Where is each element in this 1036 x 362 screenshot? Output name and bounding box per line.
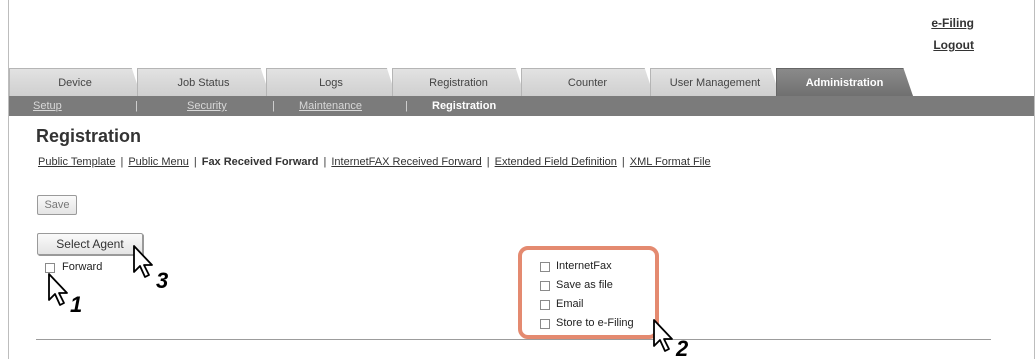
link-public-template[interactable]: Public Template <box>38 156 115 168</box>
link-extended-field-definition[interactable]: Extended Field Definition <box>495 156 617 168</box>
link-separator: | <box>193 156 197 168</box>
tab-counter[interactable]: Counter <box>521 68 654 96</box>
link-separator: | <box>486 156 490 168</box>
save-as-file-label: Save as file <box>556 279 613 291</box>
save-as-file-checkbox[interactable] <box>540 281 550 291</box>
email-checkbox[interactable] <box>540 300 550 310</box>
internetfax-label: InternetFax <box>556 260 612 272</box>
tab-logs[interactable]: Logs <box>266 68 396 96</box>
email-label: Email <box>556 298 584 310</box>
efiling-link[interactable]: e-Filing <box>931 12 974 34</box>
link-internetfax-received-forward[interactable]: InternetFAX Received Forward <box>331 156 481 168</box>
tab-user-management[interactable]: User Management <box>650 68 780 96</box>
pointer-cursor-icon <box>653 319 673 352</box>
registration-sublinks: Public Template | Public Menu | Fax Received… <box>38 156 711 168</box>
link-fax-received-forward: Fax Received Forward <box>201 156 319 168</box>
step-number-1: 1 <box>70 292 83 317</box>
tab-job-status[interactable]: Job Status <box>137 68 270 96</box>
divider <box>36 339 991 340</box>
main-tabs: Device Job Status Logs Registration Coun… <box>9 68 1034 96</box>
top-links: e-Filing Logout <box>931 12 974 56</box>
subnav-registration[interactable]: Registration <box>432 96 496 116</box>
link-separator: | <box>323 156 327 168</box>
internetfax-checkbox[interactable] <box>540 262 550 272</box>
step-number-3: 3 <box>156 268 169 293</box>
tab-registration[interactable]: Registration <box>392 68 525 96</box>
sub-nav-bar: Setup | Security | Maintenance | Registr… <box>9 96 1034 116</box>
link-public-menu[interactable]: Public Menu <box>128 156 189 168</box>
subnav-separator: | <box>272 100 275 112</box>
subnav-separator: | <box>135 100 138 112</box>
store-to-efiling-checkbox[interactable] <box>540 319 550 329</box>
store-to-efiling-label: Store to e-Filing <box>556 317 634 329</box>
subnav-maintenance[interactable]: Maintenance <box>299 96 362 116</box>
tab-administration[interactable]: Administration <box>776 68 913 96</box>
subnav-security[interactable]: Security <box>187 96 227 116</box>
select-agent-button[interactable]: Select Agent <box>37 233 143 255</box>
page-title: Registration <box>36 126 142 146</box>
save-button[interactable]: Save <box>37 195 77 215</box>
subnav-separator: | <box>405 100 408 112</box>
pointer-cursor-icon <box>133 245 153 278</box>
tab-device[interactable]: Device <box>9 68 141 96</box>
subnav-setup[interactable]: Setup <box>33 96 62 116</box>
link-xml-format-file[interactable]: XML Format File <box>630 156 711 168</box>
link-separator: | <box>621 156 625 168</box>
link-separator: | <box>120 156 124 168</box>
logout-link[interactable]: Logout <box>931 34 974 56</box>
step-number-2: 2 <box>676 336 689 361</box>
